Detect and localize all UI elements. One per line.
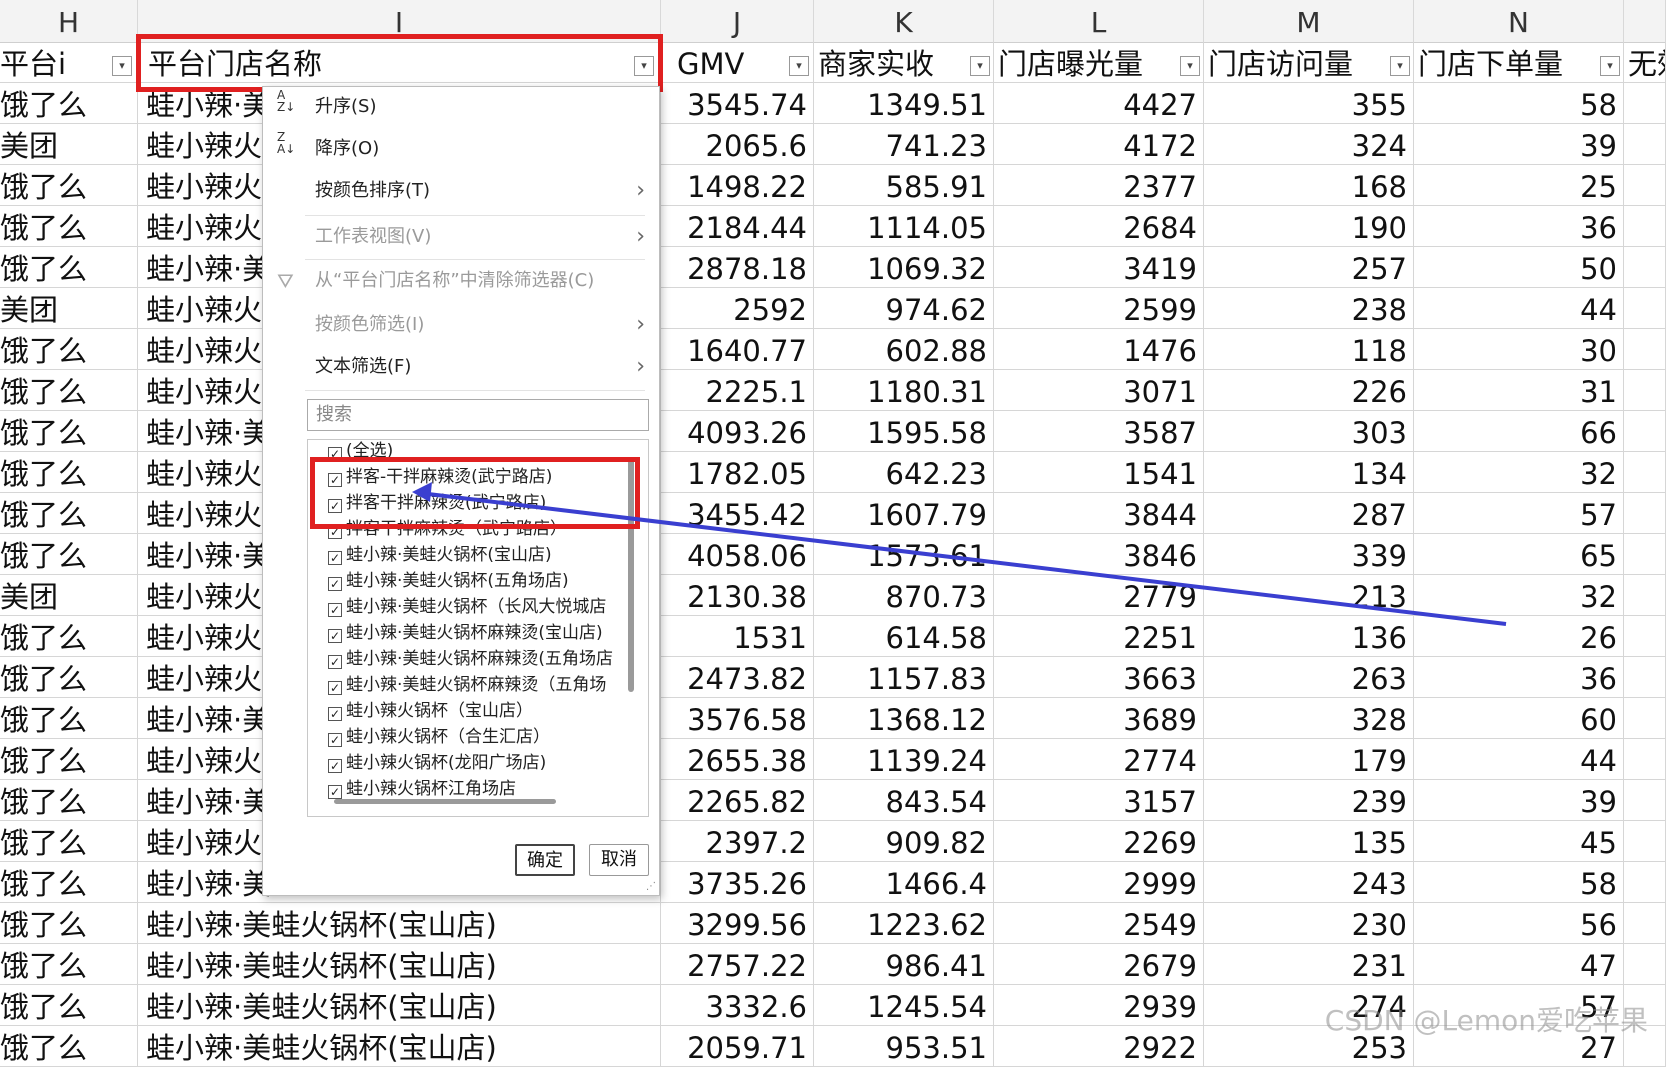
watermark: CSDN @Lemon爱吃苹果 <box>1324 1004 1648 1037</box>
annotation-arrow <box>412 482 1507 626</box>
spreadsheet: H I J K L M N 平台i ▾ 平台门店名称 ▾ GMV ▾ 商家实收 … <box>0 0 1666 1067</box>
